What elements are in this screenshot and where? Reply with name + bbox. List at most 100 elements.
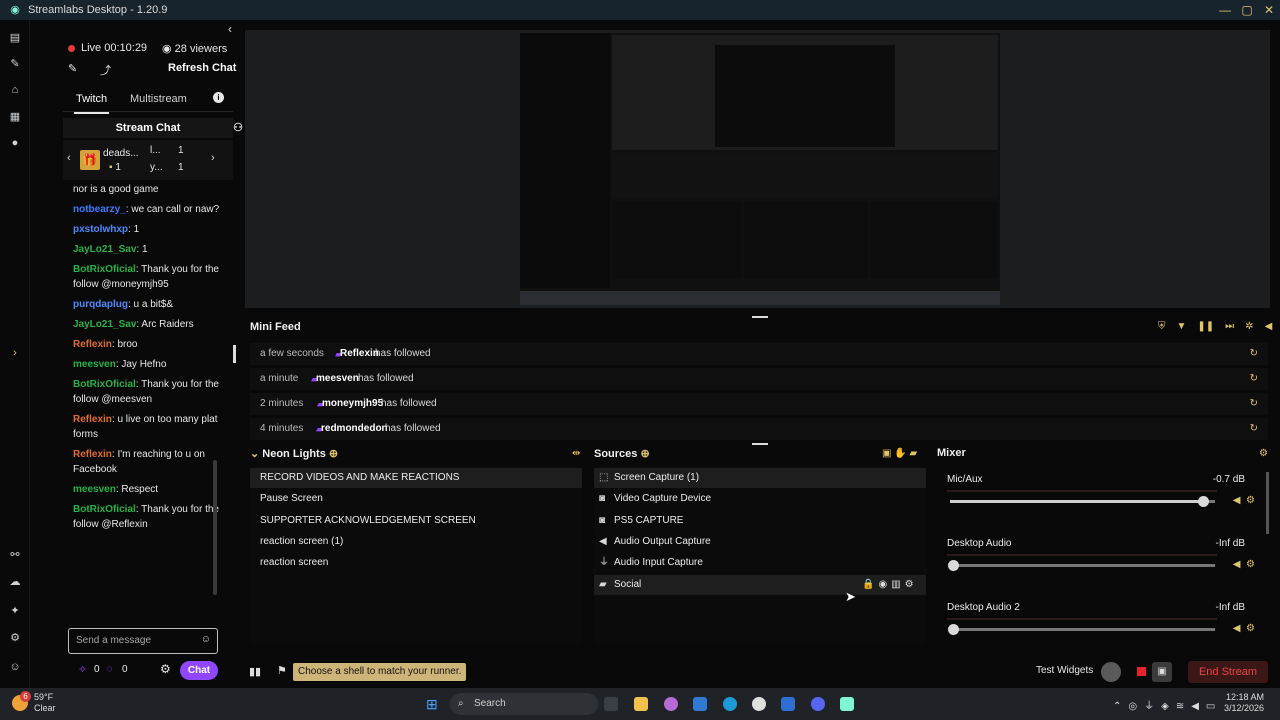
windows-start-icon[interactable]: ⊞ xyxy=(426,696,442,712)
file-explorer-icon[interactable] xyxy=(634,697,648,711)
chat-username[interactable]: Reflexin xyxy=(73,449,112,460)
source-item[interactable]: ⬚ Screen Capture (1) xyxy=(594,468,926,488)
task-view-icon[interactable] xyxy=(604,697,618,711)
store-app-icon[interactable] xyxy=(693,697,707,711)
gift-prev-icon[interactable]: ‹ xyxy=(67,152,71,164)
resize-handle[interactable] xyxy=(752,316,768,318)
share-icon[interactable]: ⤴ xyxy=(100,62,111,78)
save-icon[interactable]: ▣ xyxy=(1152,662,1172,682)
scene-item[interactable]: Pause Screen xyxy=(250,489,582,509)
user-settings-icon[interactable]: ⚇ xyxy=(233,118,243,138)
tray-app-icon[interactable]: ◎ xyxy=(1128,701,1144,712)
chat-username[interactable]: meesven xyxy=(73,359,116,370)
chat-username[interactable]: pxstolwhxp xyxy=(73,224,128,235)
scene-transition-icon[interactable]: ⇹ xyxy=(572,448,580,459)
battery-icon[interactable]: ▭ xyxy=(1206,701,1222,712)
volume-icon[interactable]: ◀ xyxy=(1265,321,1273,332)
mixer-scrollbar[interactable] xyxy=(1266,472,1269,534)
scene-collection-name[interactable]: Neon Lights xyxy=(262,448,326,460)
replay-icon[interactable]: ↻ xyxy=(1250,418,1258,440)
delete-icon[interactable]: ▥ xyxy=(891,579,904,590)
recordings-icon[interactable]: ● xyxy=(8,136,22,150)
taskbar-search[interactable]: ⌕ Search xyxy=(450,693,598,715)
profile-icon[interactable]: ☺ xyxy=(8,660,22,674)
replay-icon[interactable]: ↻ xyxy=(1250,368,1258,390)
copilot-icon[interactable] xyxy=(664,697,678,711)
chat-username[interactable]: JayLo21_Sav xyxy=(73,319,136,330)
channel-settings-icon[interactable]: ⚙ xyxy=(1246,559,1255,570)
source-item[interactable]: ⏚ Audio Input Capture xyxy=(594,553,926,573)
chat-username[interactable]: BotRixOficial xyxy=(73,264,136,275)
edit-icon[interactable]: ✎ xyxy=(68,62,77,75)
source-settings-icon[interactable]: ⚙ xyxy=(905,579,918,590)
chat-settings-icon[interactable]: ⚙ xyxy=(160,662,171,676)
resize-handle-2[interactable] xyxy=(752,443,768,445)
mixer-settings-icon[interactable]: ⚙ xyxy=(1259,448,1268,459)
performance-icon[interactable]: ▮▮ xyxy=(249,665,261,678)
expand-chevron-icon[interactable]: › xyxy=(8,346,22,360)
chat-username[interactable]: JayLo21_Sav xyxy=(73,244,136,255)
test-widgets-button[interactable]: Test Widgets xyxy=(1036,665,1093,676)
chat-username[interactable]: BotRixOficial xyxy=(73,379,136,390)
weather-info[interactable]: 59°F Clear xyxy=(34,692,56,714)
volume-slider[interactable] xyxy=(950,496,1215,507)
channel-settings-icon[interactable]: ⚙ xyxy=(1246,623,1255,634)
replay-buffer-icon[interactable] xyxy=(1101,662,1121,682)
pause-icon[interactable]: ❚❚ xyxy=(1197,321,1214,332)
collapse-chevron-icon[interactable]: ‹ xyxy=(228,22,232,36)
news-tip[interactable]: Choose a shell to match your runner. xyxy=(293,663,467,681)
source-item[interactable]: ◙ Video Capture Device xyxy=(594,489,926,509)
chat-username[interactable]: meesven xyxy=(73,484,116,495)
streamlabs-taskbar-icon[interactable] xyxy=(840,697,854,711)
gift-next-icon[interactable]: › xyxy=(211,152,215,164)
add-scene-icon[interactable]: ⊕ xyxy=(329,448,338,460)
settings-icon[interactable]: ⚙ xyxy=(8,631,22,645)
mute-icon[interactable]: ◀ xyxy=(1233,623,1241,634)
location-icon[interactable]: ◈ xyxy=(1161,701,1176,712)
store-icon[interactable]: ⌂ xyxy=(8,83,22,97)
volume-slider[interactable] xyxy=(948,624,1215,635)
emoji-icon[interactable]: ☺ xyxy=(201,634,211,645)
close-button[interactable]: ✕ xyxy=(1258,0,1280,20)
chat-send-button[interactable]: Chat xyxy=(180,661,218,680)
shield-icon[interactable]: ⛨ xyxy=(1158,321,1166,332)
cloud-icon[interactable]: ☁ xyxy=(8,575,22,589)
mute-icon[interactable]: ◀ xyxy=(1233,559,1241,570)
channel-settings-icon[interactable]: ⚙ xyxy=(1246,495,1255,506)
chevron-down-icon[interactable]: ⌄ xyxy=(250,448,262,460)
info-icon[interactable]: i xyxy=(213,92,224,103)
end-stream-button[interactable]: End Stream xyxy=(1188,661,1268,683)
chat-username[interactable]: purqdaplug xyxy=(73,299,128,310)
minimize-button[interactable]: — xyxy=(1214,0,1236,20)
tab-twitch[interactable]: Twitch xyxy=(73,93,110,114)
volume-knob[interactable] xyxy=(948,624,959,635)
outlook-icon[interactable] xyxy=(781,697,795,711)
chat-scrollbar[interactable] xyxy=(213,460,217,595)
add-source-icon[interactable]: ⊕ xyxy=(640,448,649,460)
maximize-button[interactable]: ▢ xyxy=(1236,0,1258,20)
tab-multistream[interactable]: Multistream xyxy=(130,93,187,105)
settings-icon[interactable]: ✲ xyxy=(1245,321,1253,332)
sparkle-icon[interactable]: ✦ xyxy=(8,604,22,618)
volume-knob[interactable] xyxy=(1198,496,1210,507)
link-icon[interactable]: ⚯ xyxy=(8,548,22,562)
skip-icon[interactable]: ⏭ xyxy=(1225,321,1234,332)
mute-icon[interactable]: ◀ xyxy=(1233,495,1241,506)
chat-username[interactable]: BotRixOficial xyxy=(73,504,136,515)
speaker-icon[interactable]: ◀ xyxy=(1191,701,1206,712)
taskbar-clock[interactable]: 12:18 AM 3/12/2026 xyxy=(1224,692,1264,714)
replay-icon[interactable]: ↻ xyxy=(1250,343,1258,365)
source-folder-icon[interactable]: ▣ ✋ ▰ xyxy=(882,448,917,459)
layout-icon[interactable]: ▦ xyxy=(8,110,22,124)
chat-username[interactable]: Reflexin xyxy=(73,414,112,425)
visibility-eye-icon[interactable]: ◉ xyxy=(878,579,891,590)
scene-item[interactable]: RECORD VIDEOS AND MAKE REACTIONS xyxy=(250,468,582,488)
record-icon[interactable] xyxy=(1137,667,1146,676)
replay-icon[interactable]: ↻ xyxy=(1250,393,1258,415)
refresh-chat-button[interactable]: Refresh Chat xyxy=(168,62,236,74)
scene-item[interactable]: reaction screen (1) xyxy=(250,532,582,552)
dell-icon[interactable] xyxy=(752,697,766,711)
send-message-input[interactable]: Send a message ☺ xyxy=(68,628,218,654)
chat-username[interactable]: Reflexin xyxy=(73,339,112,350)
source-item[interactable]: ◙ PS5 CAPTURE xyxy=(594,511,926,531)
